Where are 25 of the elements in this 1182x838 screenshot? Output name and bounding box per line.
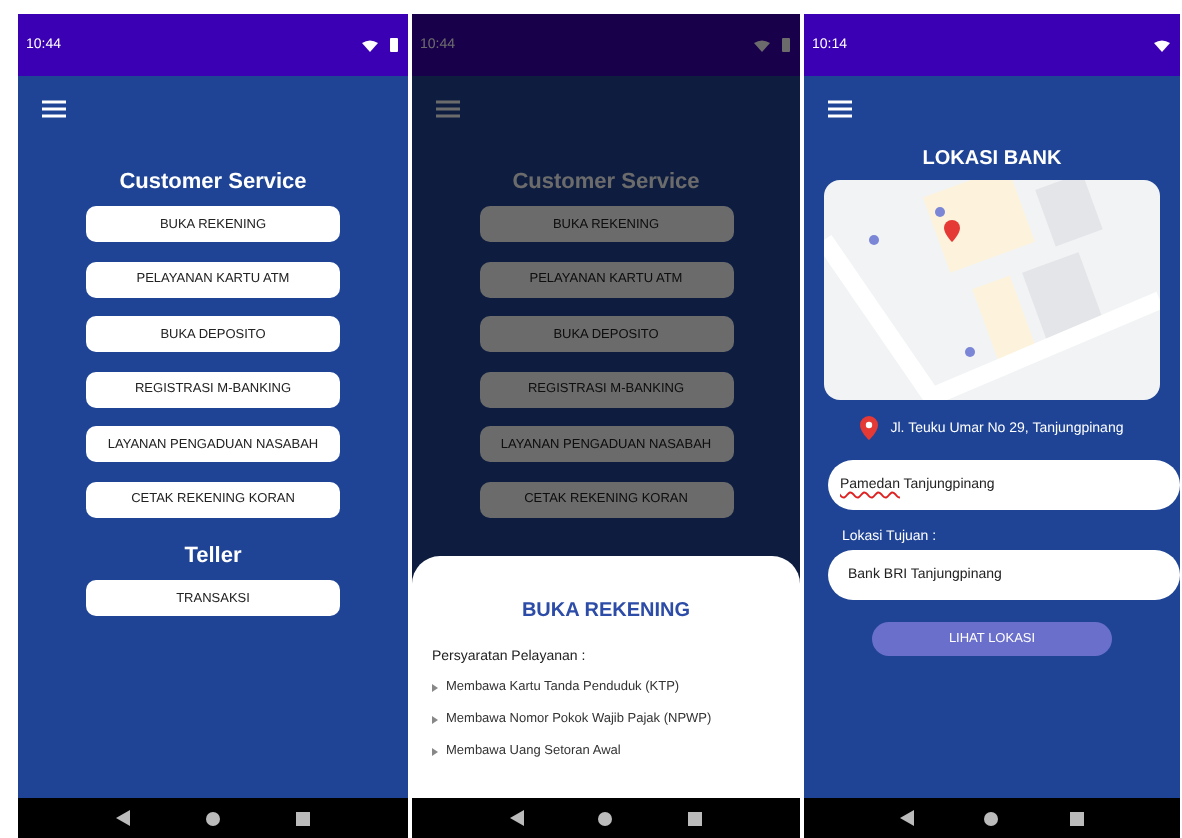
section-heading: Customer Service <box>512 170 700 194</box>
back-icon[interactable] <box>509 810 524 826</box>
menu-icon[interactable] <box>828 100 852 118</box>
recents-icon[interactable] <box>688 811 703 825</box>
back-icon[interactable] <box>116 810 130 826</box>
recents-icon[interactable] <box>1070 811 1085 825</box>
location-pin-icon <box>860 416 879 440</box>
sheet-title: BUKA REKENING <box>519 600 693 622</box>
wifi-icon <box>754 39 770 51</box>
recents-icon[interactable] <box>296 811 310 825</box>
wifi-icon <box>362 39 378 51</box>
bullet-icon <box>432 747 438 755</box>
home-icon[interactable] <box>598 811 613 825</box>
battery-icon <box>782 38 790 52</box>
home-icon[interactable] <box>984 811 999 825</box>
menu-icon[interactable] <box>42 100 66 118</box>
bullet-icon <box>432 715 438 723</box>
home-icon[interactable] <box>206 811 220 825</box>
battery-icon <box>390 38 398 52</box>
section-heading: Teller <box>184 544 242 568</box>
section-heading: Customer Service <box>119 170 307 194</box>
screen-title: LOKASI BANK <box>922 148 1062 170</box>
back-icon[interactable] <box>899 810 914 826</box>
wifi-icon <box>1154 39 1170 51</box>
bullet-icon <box>432 683 438 691</box>
